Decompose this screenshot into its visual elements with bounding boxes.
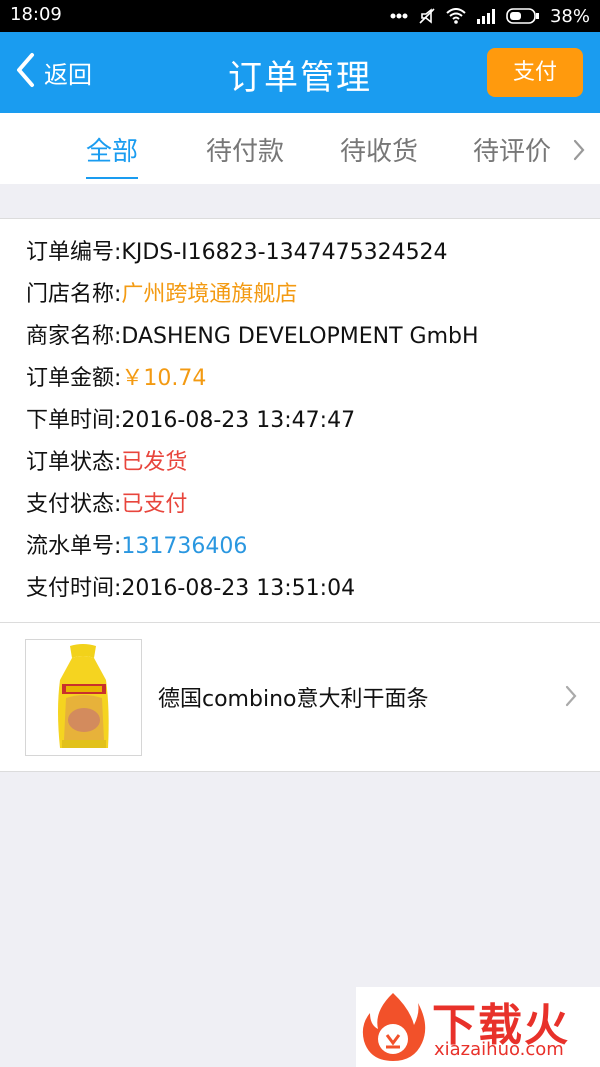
store-value: 广州跨境通旗舰店	[121, 282, 298, 307]
pay-status-value: 已支付	[121, 492, 188, 517]
order-number-row: 订单编号:KJDS-I16823-1347475324524	[26, 238, 448, 268]
merchant-row: 商家名称:DASHENG DEVELOPMENT GmbH	[26, 322, 479, 352]
tab-pending-receipt[interactable]: 待收货	[340, 131, 418, 171]
store-row: 门店名称:广州跨境通旗舰店	[26, 280, 297, 310]
tab-all[interactable]: 全部	[86, 131, 139, 179]
nav-bar: 返回 订单管理 支付	[0, 32, 600, 113]
order-number-label: 订单编号:	[26, 240, 122, 265]
status-bar: 18:09 38%	[0, 0, 600, 32]
merchant-value: DASHENG DEVELOPMENT GmbH	[121, 324, 479, 349]
watermark-logo: 下载火 xiazaihuo.com	[356, 987, 600, 1067]
serial-value: 131736406	[121, 534, 248, 559]
store-label: 门店名称:	[26, 282, 122, 307]
order-status-value: 已发货	[121, 450, 188, 475]
chevron-right-icon[interactable]	[572, 139, 586, 165]
mute-icon	[418, 7, 436, 25]
more-dots-icon	[390, 13, 408, 19]
pay-status-row: 支付状态:已支付	[26, 490, 187, 520]
status-time: 18:09	[10, 4, 62, 25]
flame-logo-icon	[360, 991, 426, 1067]
product-image	[25, 639, 142, 756]
pay-button[interactable]: 支付	[487, 48, 583, 97]
tab-pending-review[interactable]: 待评价	[473, 131, 551, 171]
merchant-label: 商家名称:	[26, 324, 122, 349]
chevron-right-icon	[564, 685, 578, 711]
pay-time-label: 支付时间:	[26, 576, 122, 601]
amount-row: 订单金额:￥10.74	[26, 364, 206, 394]
battery-icon	[506, 8, 540, 24]
amount-value: ￥10.74	[121, 366, 207, 391]
tab-pending-payment[interactable]: 待付款	[206, 131, 284, 171]
product-item[interactable]: 德国combino意大利干面条	[0, 623, 600, 772]
pay-status-label: 支付状态:	[26, 492, 122, 517]
pay-time-row: 支付时间:2016-08-23 13:51:04	[26, 574, 355, 604]
watermark-url: xiazaihuo.com	[434, 1039, 564, 1060]
order-number-value: KJDS-I16823-1347475324524	[121, 240, 448, 265]
order-status-label: 订单状态:	[26, 450, 122, 475]
product-name: 德国combino意大利干面条	[158, 687, 429, 712]
amount-label: 订单金额:	[26, 366, 122, 391]
order-time-label: 下单时间:	[26, 408, 122, 433]
signal-icon	[476, 8, 496, 24]
serial-label: 流水单号:	[26, 534, 122, 559]
order-detail-card: 订单编号:KJDS-I16823-1347475324524 门店名称:广州跨境…	[0, 218, 600, 623]
order-status-row: 订单状态:已发货	[26, 448, 187, 478]
serial-row: 流水单号:131736406	[26, 532, 247, 562]
order-time-value: 2016-08-23 13:47:47	[121, 408, 356, 433]
order-tabs: 全部 待付款 待收货 待评价	[0, 113, 600, 184]
wifi-icon	[446, 8, 466, 24]
battery-percent: 38%	[549, 5, 590, 27]
order-time-row: 下单时间:2016-08-23 13:47:47	[26, 406, 355, 436]
pay-time-value: 2016-08-23 13:51:04	[121, 576, 356, 601]
